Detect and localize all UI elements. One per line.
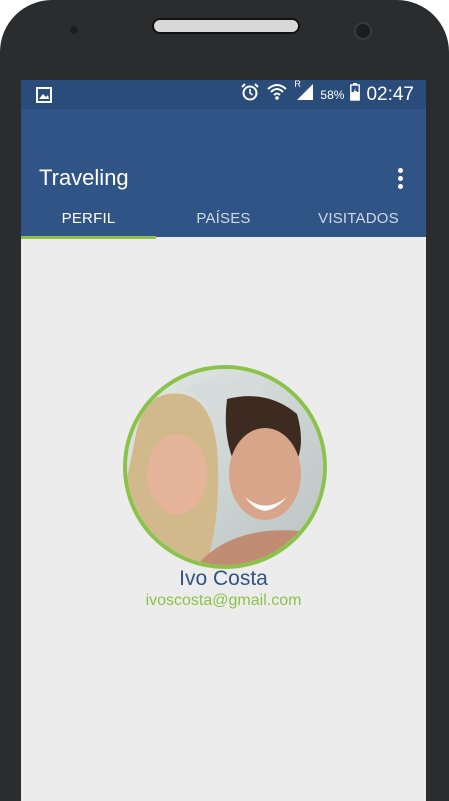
app-title: Traveling (39, 165, 129, 190)
more-vert-icon[interactable] (398, 168, 404, 189)
earpiece-speaker (152, 18, 300, 34)
profile-avatar[interactable] (123, 365, 327, 569)
front-camera (354, 22, 372, 40)
roaming-label: R (294, 80, 301, 89)
alarm-icon (240, 82, 260, 107)
signal-icon: R (294, 80, 314, 106)
proximity-sensor (70, 26, 78, 34)
phone-frame: R 58% 02:47 Traveling PERFIL PAÍSES VISI… (0, 0, 449, 801)
profile-content: Ivo Costa ivoscosta@gmail.com (21, 237, 426, 800)
status-bar: R 58% 02:47 (21, 80, 426, 109)
status-clock: 02:47 (366, 83, 414, 105)
gallery-icon (36, 87, 52, 108)
battery-icon (350, 83, 361, 106)
app-screen: R 58% 02:47 Traveling PERFIL PAÍSES VISI… (21, 80, 426, 801)
tab-bar: PERFIL PAÍSES VISITADOS (21, 207, 426, 239)
battery-percent: 58% (320, 87, 345, 102)
wifi-icon (266, 82, 288, 107)
tab-perfil[interactable]: PERFIL (21, 207, 156, 239)
app-bar: Traveling PERFIL PAÍSES VISITADOS (21, 109, 426, 239)
tab-visitados[interactable]: VISITADOS (291, 207, 426, 237)
profile-email: ivoscosta@gmail.com (145, 592, 302, 609)
tab-paises[interactable]: PAÍSES (156, 207, 291, 237)
profile-name: Ivo Costa (179, 567, 268, 590)
